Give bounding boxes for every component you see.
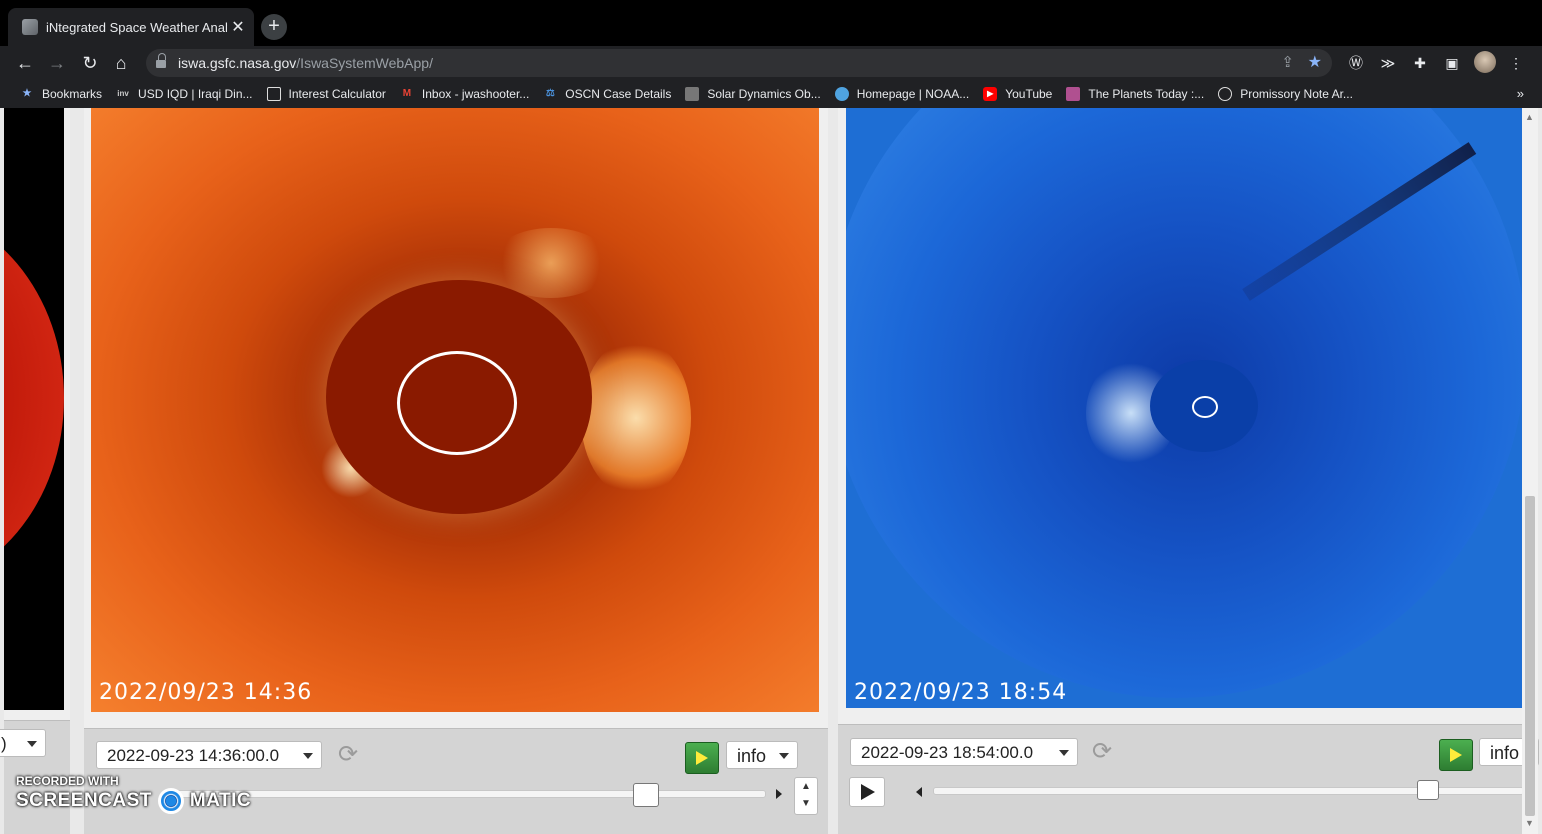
timeline-slider-handle[interactable]	[633, 783, 659, 807]
lock-icon[interactable]	[156, 53, 166, 68]
timeline-slider-handle[interactable]	[1417, 780, 1439, 800]
bookmark-item[interactable]: Homepage | NOAA...	[834, 87, 969, 101]
date-select[interactable]: 2022-09-23 18:54:00.0	[850, 738, 1078, 766]
refresh-icon[interactable]: ⟳	[1089, 739, 1115, 765]
screencast-watermark: RECORDED WITH SCREENCAST MATIC	[16, 774, 251, 814]
browser-tab[interactable]: iNtegrated Space Weather Analy ✕	[8, 8, 254, 46]
browser-toolbar: ← → ↻ ⌂ iswa.gsfc.nasa.gov/IswaSystemWeb…	[0, 46, 1542, 80]
inv-icon: inv	[117, 89, 129, 98]
side-panel-icon[interactable]: ▣	[1441, 52, 1463, 74]
info-dropdown[interactable]: info	[726, 741, 798, 769]
planets-icon	[1066, 87, 1081, 101]
bookmark-item[interactable]: ⚖ OSCN Case Details	[543, 87, 672, 101]
chevron-down-icon	[779, 753, 789, 759]
coronagraph-panel-red: 2022/09/23 14:36 2022-09-23 14:36:00.0 ⟳…	[84, 108, 828, 834]
scroll-up-icon[interactable]: ▲	[1525, 112, 1534, 122]
address-bar[interactable]: iswa.gsfc.nasa.gov/IswaSystemWebApp/ ⇪ ★	[146, 49, 1332, 77]
partial-image-panel-left: )	[0, 108, 70, 834]
calculator-icon	[266, 87, 281, 101]
bookmark-item[interactable]: inv USD IQD | Iraqi Din...	[116, 87, 252, 101]
reload-icon[interactable]: ↻	[77, 50, 103, 76]
step-back-icon[interactable]	[916, 787, 922, 797]
image-timestamp: 2022/09/23 14:36	[99, 680, 313, 705]
bookmark-item[interactable]: M Inbox - jwashooter...	[400, 87, 530, 101]
profile-avatar[interactable]	[1474, 51, 1496, 73]
partial-coronagraph-image	[4, 108, 64, 710]
date-select-left[interactable]: )	[0, 729, 46, 757]
bookmark-item[interactable]: Promissory Note Ar...	[1218, 87, 1353, 101]
bookmark-item[interactable]: ★ Bookmarks	[20, 87, 103, 101]
home-icon[interactable]: ⌂	[108, 50, 134, 76]
sun-outline	[397, 351, 517, 455]
lasco-c3-image[interactable]: 2022/09/23 18:54	[846, 108, 1522, 708]
forward-icon[interactable]: →	[44, 50, 70, 76]
tab-title: iNtegrated Space Weather Analy	[46, 19, 228, 35]
youtube-icon: ▶	[983, 87, 998, 101]
bookmarks-bar: ★ Bookmarks inv USD IQD | Iraqi Din... I…	[0, 80, 1542, 108]
blue-panel-controls: 2022-09-23 18:54:00.0 ⟳ info	[838, 724, 1539, 834]
step-forward-icon[interactable]	[776, 789, 782, 799]
bookmark-item[interactable]: The Planets Today :...	[1066, 87, 1204, 101]
bookmark-star-icon[interactable]: ★	[1308, 52, 1322, 72]
image-timestamp: 2022/09/23 18:54	[854, 680, 1068, 705]
page-scrollbar[interactable]: ▲ ▼	[1522, 108, 1538, 834]
timeline-slider-track[interactable]	[176, 790, 766, 798]
coronagraph-panel-blue: 2022/09/23 18:54 2022-09-23 18:54:00.0 ⟳…	[838, 108, 1539, 834]
bookmark-item[interactable]: Interest Calculator	[266, 87, 386, 101]
star-icon: ★	[22, 88, 32, 99]
gmail-icon: M	[402, 88, 412, 99]
cme-feature	[581, 338, 691, 498]
scrollbar-thumb[interactable]	[1525, 496, 1535, 816]
site-favicon-icon	[22, 19, 38, 35]
sun-outline	[1192, 396, 1218, 418]
date-select[interactable]: 2022-09-23 14:36:00.0	[96, 741, 322, 769]
screencast-logo-icon	[157, 788, 184, 814]
close-tab-icon[interactable]: ✕	[228, 17, 248, 37]
chevron-down-icon	[27, 741, 37, 747]
extension-w-icon[interactable]: Ⓦ	[1345, 52, 1367, 74]
play-movie-icon[interactable]	[685, 742, 719, 774]
bookmark-item[interactable]: Solar Dynamics Ob...	[685, 87, 821, 101]
chevron-down-icon	[303, 753, 313, 759]
document-icon	[1218, 87, 1233, 101]
bookmark-item[interactable]: ▶ YouTube	[983, 87, 1052, 101]
play-movie-icon[interactable]	[1439, 739, 1473, 771]
menu-kebab-icon[interactable]: ⋮	[1505, 52, 1527, 74]
chevron-down-icon	[1059, 750, 1069, 756]
url-text[interactable]: iswa.gsfc.nasa.gov/IswaSystemWebApp/	[178, 55, 433, 71]
speed-stepper[interactable]: ▲ ▼	[794, 777, 818, 815]
sdo-icon	[685, 87, 700, 101]
play-button[interactable]	[849, 777, 885, 807]
new-tab-button[interactable]: +	[261, 14, 287, 40]
extension-v-icon[interactable]: ≫	[1377, 52, 1399, 74]
noaa-icon	[834, 87, 849, 101]
oscn-icon: ⚖	[545, 88, 555, 99]
share-icon[interactable]: ⇪	[1281, 53, 1294, 71]
tab-strip: iNtegrated Space Weather Analy ✕ +	[0, 0, 1542, 46]
more-bookmarks-button[interactable]: »	[1517, 86, 1524, 101]
back-icon[interactable]: ←	[12, 50, 38, 76]
scroll-down-icon[interactable]: ▼	[1525, 818, 1534, 828]
lasco-c2-image[interactable]: 2022/09/23 14:36	[91, 108, 819, 712]
page-content: ) 2022/09/23 14:36 2022-09-23 14:36:00.0…	[0, 108, 1542, 834]
refresh-icon[interactable]: ⟳	[335, 742, 361, 768]
extensions-puzzle-icon[interactable]: ✚	[1409, 52, 1431, 74]
